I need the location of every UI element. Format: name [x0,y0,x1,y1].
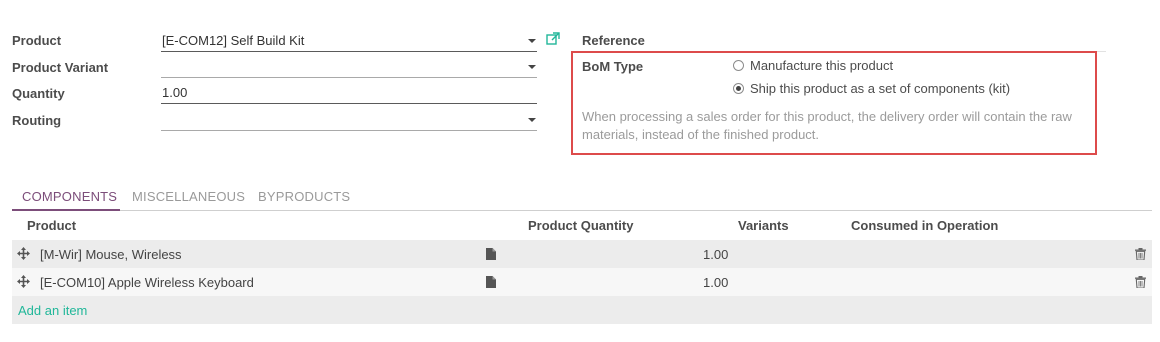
product-variant-field[interactable] [161,55,537,78]
chevron-down-icon[interactable] [528,39,536,43]
reference-label: Reference [582,33,645,48]
column-consumed-in-operation[interactable]: Consumed in Operation [851,218,998,233]
bom-type-help: When processing a sales order for this p… [582,109,1072,142]
row-product[interactable]: [M-Wir] Mouse, Wireless [40,247,182,262]
quantity-field[interactable]: 1.00 [161,81,537,104]
column-variants[interactable]: Variants [738,218,789,233]
external-link-icon[interactable] [546,32,560,46]
document-icon[interactable] [486,248,496,260]
reference-field[interactable] [732,29,1106,52]
tab-miscellaneous[interactable]: MISCELLANEOUS [132,189,245,204]
tab-divider [12,210,1152,211]
row-quantity[interactable]: 1.00 [703,247,728,262]
column-product-quantity[interactable]: Product Quantity [528,218,633,233]
column-product[interactable]: Product [27,218,76,233]
table-header: Product Product Quantity Variants Consum… [12,212,1152,239]
add-item-row: Add an item [12,296,1152,324]
bom-type-label: BoM Type [582,59,644,74]
product-variant-label: Product Variant [12,60,109,75]
quantity-value: 1.00 [162,85,188,100]
routing-label: Routing [12,113,62,128]
row-quantity[interactable]: 1.00 [703,275,728,290]
drag-handle-icon[interactable] [17,275,30,288]
radio-kit[interactable] [733,83,744,94]
product-value: [E-COM12] Self Build Kit [162,33,305,48]
active-tab-indicator [12,209,120,211]
radio-manufacture-label[interactable]: Manufacture this product [750,58,893,73]
drag-handle-icon[interactable] [17,247,30,260]
trash-icon[interactable] [1135,276,1146,288]
row-product[interactable]: [E-COM10] Apple Wireless Keyboard [40,275,254,290]
radio-manufacture[interactable] [733,60,744,71]
tab-byproducts[interactable]: BYPRODUCTS [258,189,350,204]
add-item-link[interactable]: Add an item [18,303,87,318]
chevron-down-icon[interactable] [528,65,536,69]
radio-kit-label[interactable]: Ship this product as a set of components… [750,81,1010,96]
tab-components[interactable]: COMPONENTS [22,189,117,204]
chevron-down-icon[interactable] [528,118,536,122]
table-row[interactable]: [M-Wir] Mouse, Wireless 1.00 [12,240,1152,268]
product-label: Product [12,33,62,48]
table-row[interactable]: [E-COM10] Apple Wireless Keyboard 1.00 [12,268,1152,296]
trash-icon[interactable] [1135,248,1146,260]
quantity-label: Quantity [12,86,65,101]
document-icon[interactable] [486,276,496,288]
routing-field[interactable] [161,108,537,131]
product-field[interactable]: [E-COM12] Self Build Kit [161,29,537,52]
